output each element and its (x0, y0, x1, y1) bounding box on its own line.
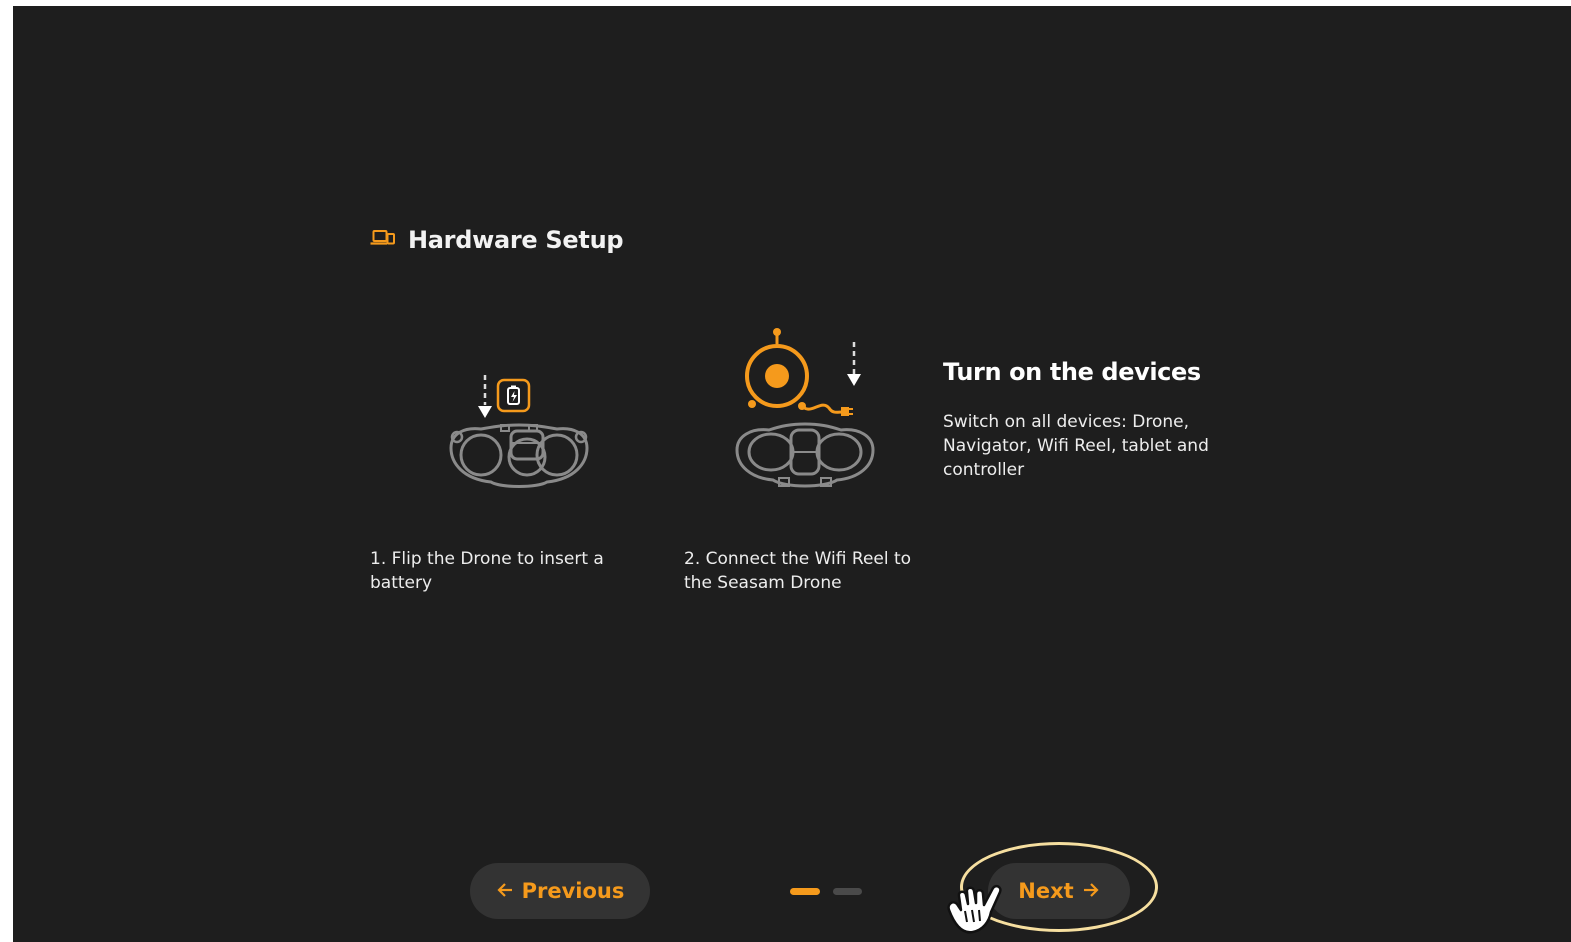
drone-battery-illustration (443, 371, 593, 496)
arrow-right-icon (1082, 879, 1100, 903)
pagination-dot[interactable] (833, 888, 862, 895)
previous-label: Previous (521, 879, 625, 903)
setup-screen: Hardware Setup 1. Flip the Drone to inse… (13, 6, 1571, 942)
section-header: Hardware Setup (370, 226, 624, 254)
previous-button[interactable]: Previous (470, 863, 650, 919)
step-2-text: 2. Connect the Wifi Reel to the Seasam D… (684, 549, 912, 593)
drone-wifi-reel-illustration (729, 322, 879, 494)
arrow-left-icon (496, 879, 514, 903)
hand-cursor-icon (943, 866, 1015, 938)
info-title: Turn on the devices (943, 358, 1201, 386)
step-1-text: 1. Flip the Drone to insert a battery (370, 549, 604, 593)
next-label: Next (1018, 879, 1074, 903)
devices-icon (370, 229, 396, 251)
section-title: Hardware Setup (408, 226, 624, 254)
info-description: Switch on all devices: Drone, Navigator,… (943, 412, 1209, 480)
pagination-dot-active[interactable] (790, 888, 820, 895)
